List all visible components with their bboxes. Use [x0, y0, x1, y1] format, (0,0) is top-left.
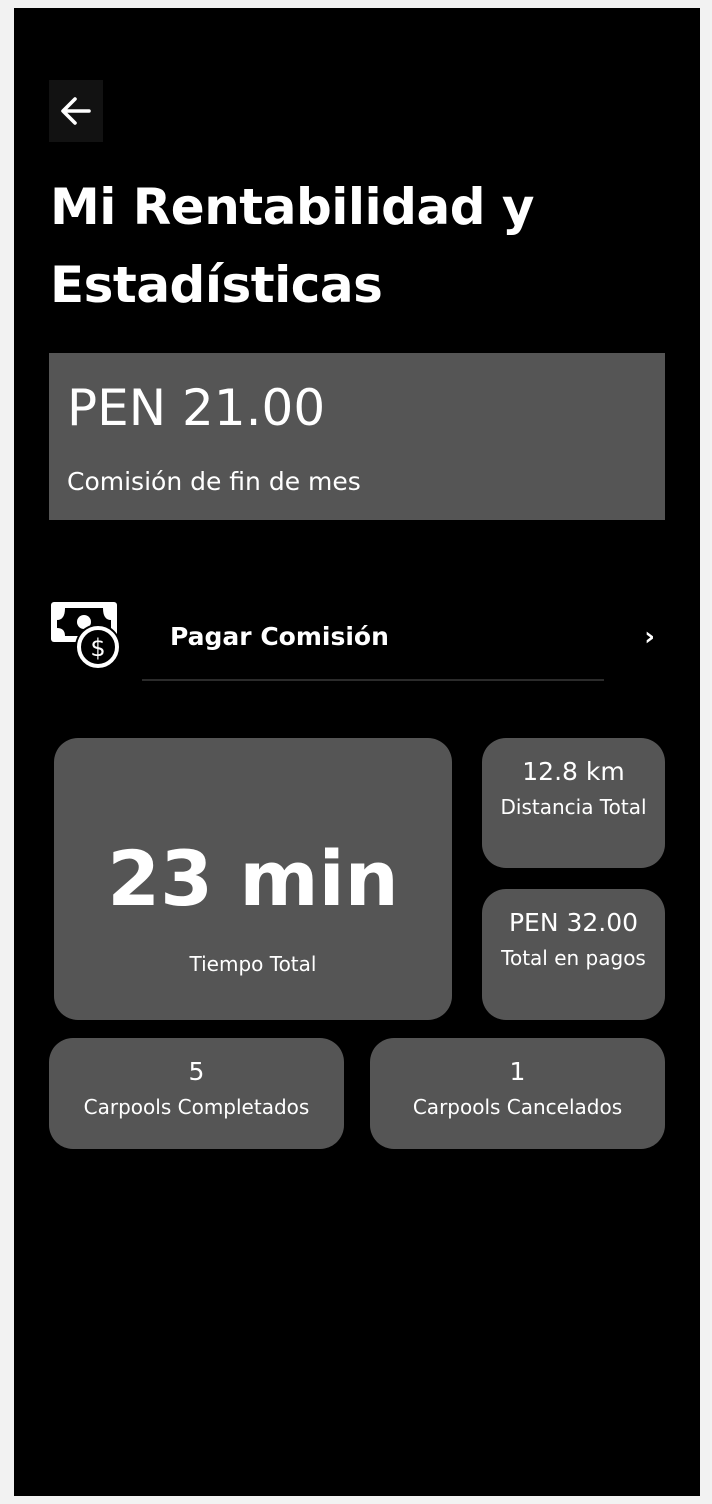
- total-time-label: Tiempo Total: [189, 952, 317, 976]
- total-time-card: 23 min Tiempo Total: [54, 738, 452, 1020]
- commission-label: Comisión de fin de mes: [67, 467, 361, 496]
- back-button[interactable]: [49, 80, 103, 142]
- total-payments-value: PEN 32.00: [508, 908, 639, 937]
- total-distance-value: 12.8 km: [522, 757, 625, 786]
- pay-commission-button[interactable]: $ Pagar Comisión ›: [49, 598, 665, 682]
- total-distance-label: Distancia Total: [500, 795, 647, 819]
- arrow-left-icon: [59, 96, 93, 126]
- money-dollar-icon: $: [49, 598, 123, 678]
- commission-card: PEN 21.00 Comisión de fin de mes: [49, 353, 665, 520]
- app-screen: Mi Rentabilidad y Estadísticas PEN 21.00…: [14, 8, 700, 1496]
- carpools-completed-label: Carpools Completados: [83, 1095, 310, 1119]
- chevron-right-icon: ›: [644, 622, 655, 652]
- commission-amount: PEN 21.00: [67, 379, 326, 437]
- carpools-cancelled-label: Carpools Cancelados: [412, 1095, 623, 1119]
- total-payments-card: PEN 32.00 Total en pagos: [482, 889, 665, 1020]
- total-time-value: 23 min: [107, 834, 399, 923]
- carpools-cancelled-card: 1 Carpools Cancelados: [370, 1038, 665, 1149]
- total-payments-label: Total en pagos: [501, 946, 646, 970]
- divider: [142, 679, 604, 681]
- page-title: Mi Rentabilidad y Estadísticas: [50, 178, 534, 314]
- total-distance-card: 12.8 km Distancia Total: [482, 738, 665, 868]
- carpools-completed-card: 5 Carpools Completados: [49, 1038, 344, 1149]
- pay-commission-label: Pagar Comisión: [170, 622, 389, 651]
- carpools-completed-value: 5: [188, 1057, 205, 1086]
- svg-text:$: $: [90, 634, 105, 662]
- carpools-cancelled-value: 1: [509, 1057, 526, 1086]
